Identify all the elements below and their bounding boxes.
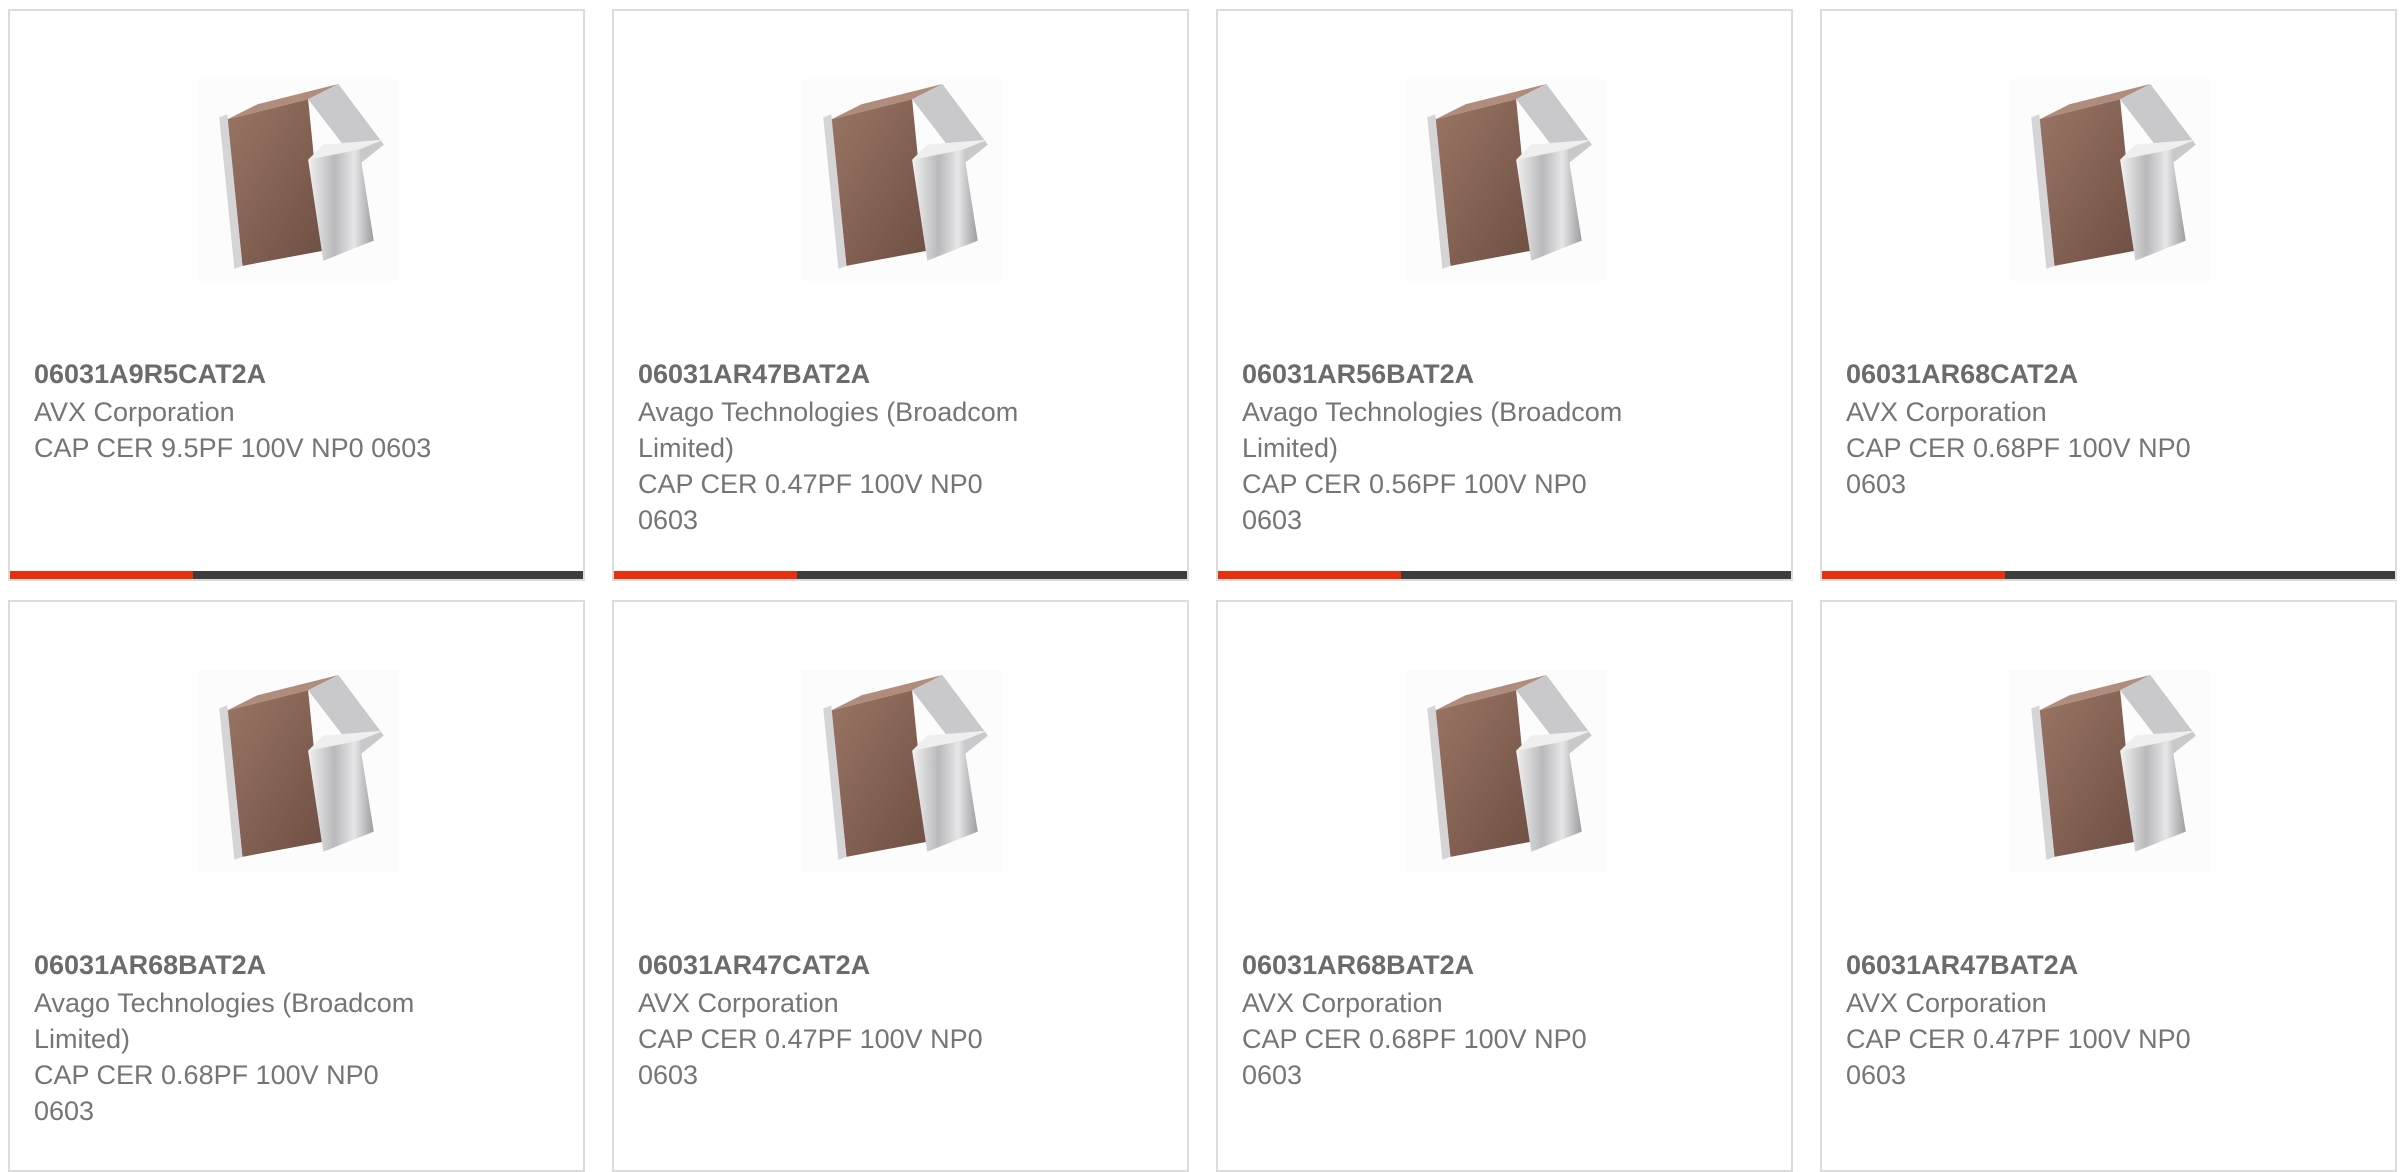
product-info: 06031AR68CAT2A AVX Corporation CAP CER 0… — [1846, 356, 2286, 502]
manufacturer: Avago Technologies (Broadcom Limited) — [34, 988, 415, 1054]
ceramic-capacitor-image[interactable] — [2009, 670, 2211, 872]
manufacturer: AVX Corporation — [1846, 988, 2047, 1018]
description: CAP CER 0.68PF 100V NP0 0603 — [34, 1060, 379, 1126]
capacitor-icon — [823, 675, 988, 860]
product-card[interactable]: 06031AR47CAT2A AVX Corporation CAP CER 0… — [612, 600, 1189, 1172]
product-info: 06031AR68BAT2A Avago Technologies (Broad… — [34, 947, 474, 1129]
product-grid: 06031A9R5CAT2A AVX Corporation CAP CER 9… — [0, 0, 2400, 1172]
part-number-link[interactable]: 06031AR47BAT2A — [638, 356, 1078, 392]
card-accent-bar — [614, 571, 797, 579]
capacitor-icon — [2031, 675, 2196, 860]
product-card[interactable]: 06031AR68CAT2A AVX Corporation CAP CER 0… — [1820, 9, 2397, 581]
card-bottom-bar — [614, 571, 1187, 579]
capacitor-icon — [823, 84, 988, 269]
description: CAP CER 0.68PF 100V NP0 0603 — [1242, 1024, 1587, 1090]
product-info: 06031AR68BAT2A AVX Corporation CAP CER 0… — [1242, 947, 1682, 1093]
card-accent-bar — [1822, 571, 2005, 579]
part-number-link[interactable]: 06031A9R5CAT2A — [34, 356, 474, 392]
description: CAP CER 0.47PF 100V NP0 0603 — [1846, 1024, 2191, 1090]
description: CAP CER 0.68PF 100V NP0 0603 — [1846, 433, 2191, 499]
manufacturer: AVX Corporation — [638, 988, 839, 1018]
product-card[interactable]: 06031AR47BAT2A Avago Technologies (Broad… — [612, 9, 1189, 581]
ceramic-capacitor-image[interactable] — [2009, 79, 2211, 281]
part-number-link[interactable]: 06031AR47CAT2A — [638, 947, 1078, 983]
capacitor-icon — [219, 84, 384, 269]
part-number-link[interactable]: 06031AR68CAT2A — [1846, 356, 2286, 392]
product-info: 06031AR56BAT2A Avago Technologies (Broad… — [1242, 356, 1682, 538]
part-number-link[interactable]: 06031AR68BAT2A — [34, 947, 474, 983]
ceramic-capacitor-image[interactable] — [1405, 79, 1607, 281]
ceramic-capacitor-image[interactable] — [197, 670, 399, 872]
product-card[interactable]: 06031AR68BAT2A AVX Corporation CAP CER 0… — [1216, 600, 1793, 1172]
manufacturer: Avago Technologies (Broadcom Limited) — [638, 397, 1019, 463]
part-number-link[interactable]: 06031AR56BAT2A — [1242, 356, 1682, 392]
description: CAP CER 0.56PF 100V NP0 0603 — [1242, 469, 1587, 535]
description: CAP CER 0.47PF 100V NP0 0603 — [638, 1024, 983, 1090]
card-bottom-bar — [10, 571, 583, 579]
capacitor-icon — [1427, 84, 1592, 269]
product-card[interactable]: 06031A9R5CAT2A AVX Corporation CAP CER 9… — [8, 9, 585, 581]
card-accent-bar — [1218, 571, 1401, 579]
description: CAP CER 0.47PF 100V NP0 0603 — [638, 469, 983, 535]
manufacturer: Avago Technologies (Broadcom Limited) — [1242, 397, 1623, 463]
ceramic-capacitor-image[interactable] — [1405, 670, 1607, 872]
ceramic-capacitor-image[interactable] — [801, 79, 1003, 281]
part-number-link[interactable]: 06031AR68BAT2A — [1242, 947, 1682, 983]
capacitor-icon — [219, 675, 384, 860]
ceramic-capacitor-image[interactable] — [197, 79, 399, 281]
product-info: 06031AR47CAT2A AVX Corporation CAP CER 0… — [638, 947, 1078, 1093]
product-card[interactable]: 06031AR68BAT2A Avago Technologies (Broad… — [8, 600, 585, 1172]
product-info: 06031A9R5CAT2A AVX Corporation CAP CER 9… — [34, 356, 474, 466]
product-card[interactable]: 06031AR56BAT2A Avago Technologies (Broad… — [1216, 9, 1793, 581]
description: CAP CER 9.5PF 100V NP0 0603 — [34, 433, 432, 463]
ceramic-capacitor-image[interactable] — [801, 670, 1003, 872]
capacitor-icon — [2031, 84, 2196, 269]
manufacturer: AVX Corporation — [34, 397, 235, 427]
product-card[interactable]: 06031AR47BAT2A AVX Corporation CAP CER 0… — [1820, 600, 2397, 1172]
manufacturer: AVX Corporation — [1242, 988, 1443, 1018]
product-info: 06031AR47BAT2A AVX Corporation CAP CER 0… — [1846, 947, 2286, 1093]
capacitor-icon — [1427, 675, 1592, 860]
manufacturer: AVX Corporation — [1846, 397, 2047, 427]
part-number-link[interactable]: 06031AR47BAT2A — [1846, 947, 2286, 983]
card-accent-bar — [10, 571, 193, 579]
product-info: 06031AR47BAT2A Avago Technologies (Broad… — [638, 356, 1078, 538]
card-bottom-bar — [1822, 571, 2395, 579]
card-bottom-bar — [1218, 571, 1791, 579]
